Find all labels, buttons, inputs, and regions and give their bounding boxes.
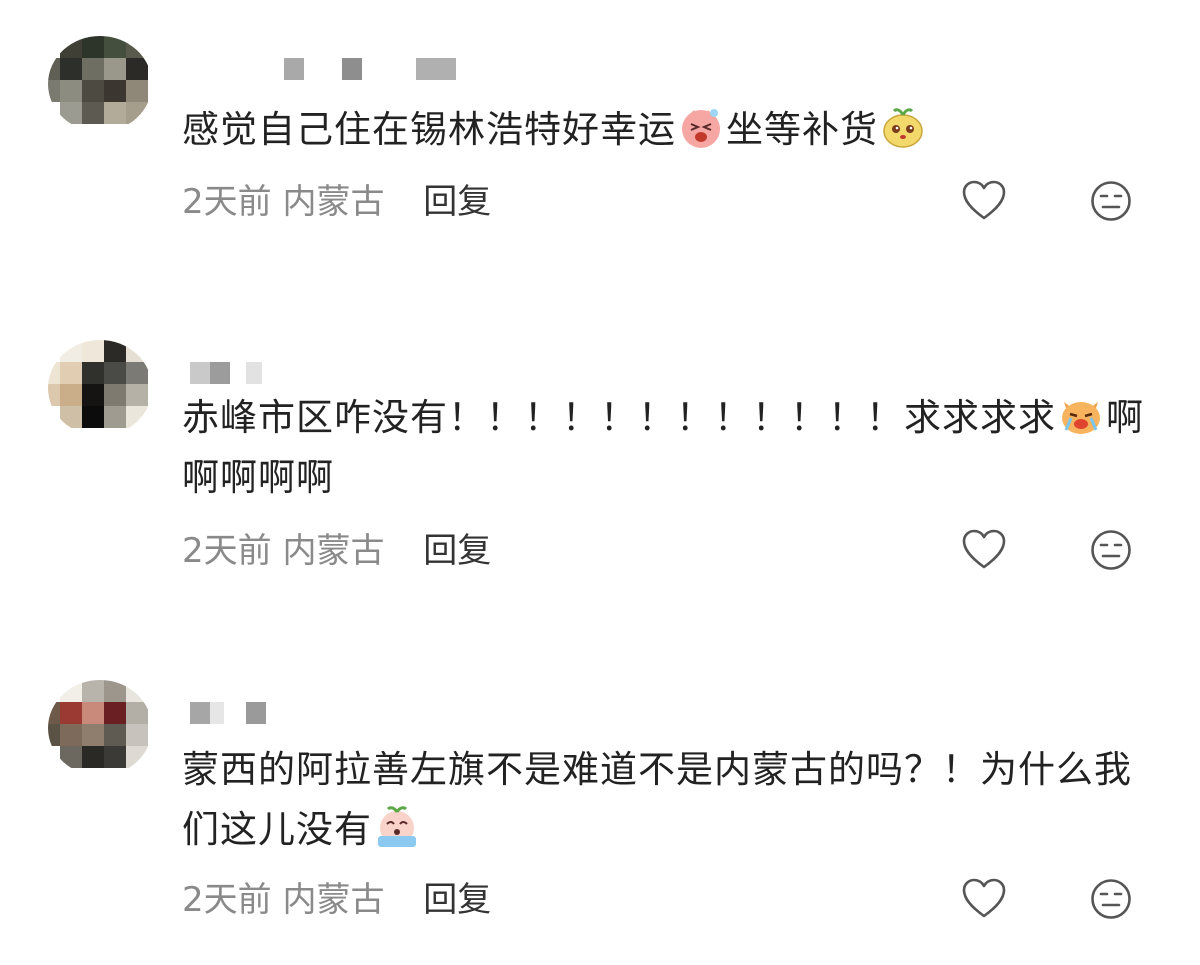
comment-text: 蒙西的阿拉善左旗不是难道不是内蒙古的吗？！为什么我们这儿没有: [182, 740, 1162, 860]
comment-location: 内蒙古: [282, 880, 385, 920]
melon-face-emoji: [880, 104, 926, 150]
comment-meta: 2天前 内蒙古 回复: [182, 180, 491, 224]
comment-item: 感觉自己住在锡林浩特好幸运 坐等补货 2天前 内蒙古 回复: [0, 0, 1200, 250]
comment-text: 赤峰市区咋没有！！！！！！！！！！！！求求求求 啊啊啊啊啊: [182, 388, 1162, 508]
comment-time: 2天前: [182, 531, 272, 571]
comment-time: 2天前: [182, 182, 272, 222]
comment-location: 内蒙古: [282, 531, 385, 571]
comment-meta: 2天前 内蒙古 回复: [182, 529, 491, 573]
crying-cat-emoji: [1058, 392, 1104, 438]
comment-item: 赤峰市区咋没有！！！！！！！！！！！！求求求求 啊啊啊啊啊 2天前 内蒙古 回复: [0, 300, 1200, 600]
reply-button[interactable]: 回复: [423, 182, 491, 222]
neutral-face-icon[interactable]: [1090, 529, 1132, 571]
comment-text-part: 坐等补货: [726, 108, 878, 151]
comment-text-part: 蒙西的阿拉善左旗不是难道不是内蒙古的吗？！为什么我们这儿没有: [182, 748, 1132, 851]
heart-icon[interactable]: [962, 180, 1006, 222]
crying-face-emoji: [374, 804, 420, 850]
username-redacted[interactable]: [180, 702, 480, 724]
comment-meta: 2天前 内蒙古 回复: [182, 878, 491, 922]
neutral-face-icon[interactable]: [1090, 180, 1132, 222]
comment-text: 感觉自己住在锡林浩特好幸运 坐等补货: [182, 100, 1162, 160]
avatar[interactable]: [48, 36, 152, 132]
heart-icon[interactable]: [962, 529, 1006, 571]
avatar[interactable]: [48, 340, 152, 436]
comment-time: 2天前: [182, 880, 272, 920]
comment-text-part: 赤峰市区咋没有！！！！！！！！！！！！求求求求: [182, 396, 1056, 439]
heart-icon[interactable]: [962, 878, 1006, 920]
username-redacted[interactable]: [180, 58, 480, 80]
comment-text-part: 感觉自己住在锡林浩特好幸运: [182, 108, 676, 151]
reply-button[interactable]: 回复: [423, 880, 491, 920]
reply-button[interactable]: 回复: [423, 531, 491, 571]
avatar[interactable]: [48, 680, 152, 776]
username-redacted[interactable]: [180, 362, 480, 384]
comment-item: 蒙西的阿拉善左旗不是难道不是内蒙古的吗？！为什么我们这儿没有 2天前 内蒙古 回…: [0, 640, 1200, 940]
sneezing-face-emoji: [678, 104, 724, 150]
comment-location: 内蒙古: [282, 182, 385, 222]
neutral-face-icon[interactable]: [1090, 878, 1132, 920]
